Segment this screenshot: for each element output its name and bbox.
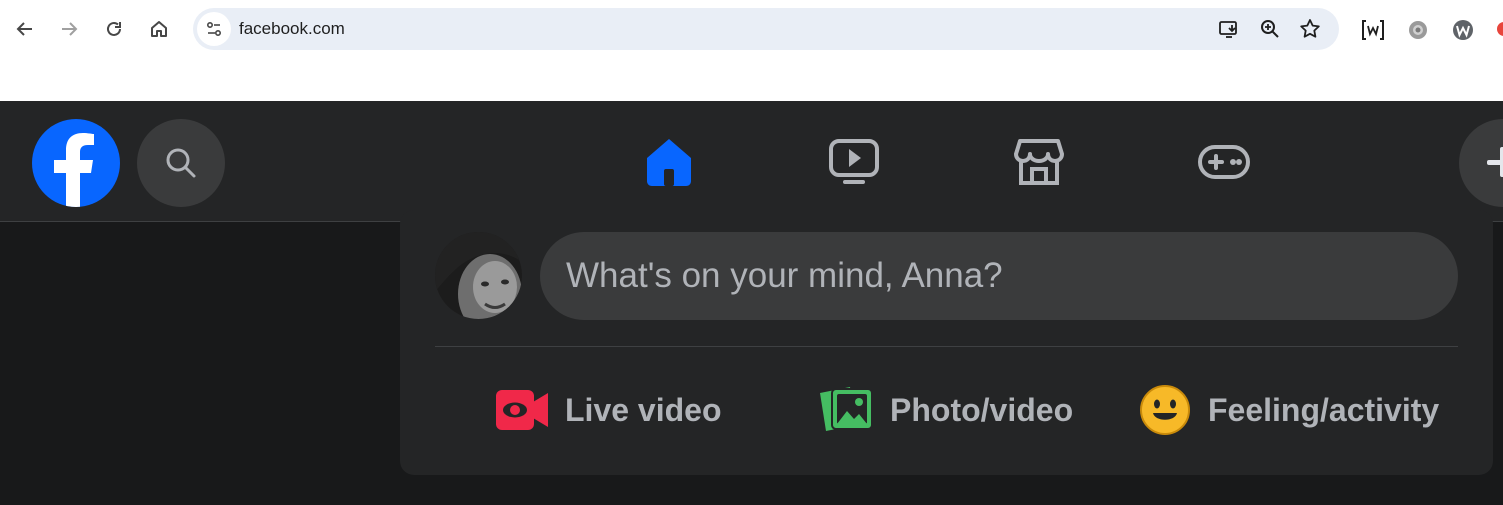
bookmark-button[interactable]	[1298, 17, 1322, 41]
star-icon	[1300, 19, 1320, 38]
zoom-icon	[1261, 20, 1279, 38]
extension-button-2[interactable]	[1405, 17, 1431, 43]
extension-button-1[interactable]	[1360, 17, 1386, 43]
gear-icon	[1409, 21, 1427, 39]
photo-video-icon	[820, 387, 873, 431]
video-play-icon	[829, 138, 879, 184]
url-text[interactable]: facebook.com	[239, 19, 345, 39]
tab-home[interactable]	[589, 101, 749, 222]
gamepad-icon	[1198, 144, 1250, 179]
live-video-button[interactable]: Live video	[495, 380, 722, 440]
divider	[435, 346, 1458, 347]
extension-red-badge[interactable]	[1497, 22, 1503, 36]
search-icon	[166, 148, 196, 178]
tune-icon	[206, 21, 222, 37]
create-button[interactable]	[1459, 119, 1503, 207]
reload-button[interactable]	[97, 12, 131, 46]
forward-arrow-icon	[62, 22, 78, 36]
home-icon	[647, 138, 691, 186]
live-video-icon	[496, 390, 548, 430]
install-app-icon	[1219, 21, 1237, 38]
facebook-f-icon	[54, 133, 94, 207]
site-info-button[interactable]	[197, 12, 231, 46]
back-arrow-icon	[16, 22, 32, 36]
photo-video-label: Photo/video	[890, 391, 1074, 428]
feeling-activity-icon	[1140, 385, 1190, 435]
tab-watch[interactable]	[774, 101, 934, 222]
avatar[interactable]	[435, 232, 522, 319]
feeling-activity-button[interactable]: Feeling/activity	[1138, 380, 1439, 440]
bracket-w-icon	[1362, 20, 1384, 40]
profile-photo-icon	[435, 232, 522, 319]
home-outline-icon	[151, 21, 167, 37]
browser-chrome: facebook.com	[0, 0, 1503, 101]
post-composer-card: What's on your mind, Anna? Live video Ph…	[400, 210, 1493, 475]
photo-video-button[interactable]: Photo/video	[818, 380, 1073, 440]
address-bar[interactable]: facebook.com	[193, 8, 1339, 50]
install-app-button[interactable]	[1217, 17, 1241, 41]
facebook-top-bar	[0, 101, 1503, 222]
back-button[interactable]	[8, 12, 42, 46]
tab-marketplace[interactable]	[959, 101, 1119, 222]
w-circle-icon	[1453, 20, 1473, 40]
composer-placeholder: What's on your mind, Anna?	[566, 256, 1003, 295]
zoom-button[interactable]	[1258, 17, 1282, 41]
reload-icon	[107, 21, 121, 36]
home-button[interactable]	[142, 12, 176, 46]
facebook-logo[interactable]	[32, 119, 120, 207]
store-icon	[1014, 138, 1064, 185]
search-button[interactable]	[137, 119, 225, 207]
forward-button[interactable]	[52, 12, 86, 46]
live-video-label: Live video	[565, 391, 722, 428]
whats-on-your-mind-input[interactable]: What's on your mind, Anna?	[540, 232, 1458, 320]
feeling-activity-label: Feeling/activity	[1208, 391, 1440, 428]
extension-button-3[interactable]	[1450, 17, 1476, 43]
tab-gaming[interactable]	[1144, 101, 1304, 222]
